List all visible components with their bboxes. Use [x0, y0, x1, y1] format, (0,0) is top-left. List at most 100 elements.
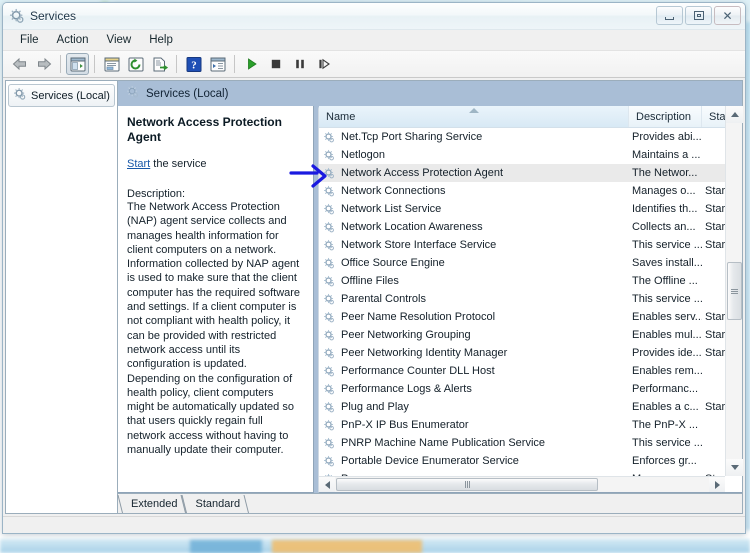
table-row[interactable]: Plug and Play Enables a c... Star	[319, 398, 742, 416]
toolbar-separator	[234, 55, 235, 73]
grip-icon	[731, 288, 738, 295]
service-description-cell: The Networ...	[632, 167, 698, 179]
export-list-button[interactable]	[148, 53, 171, 75]
minimize-button[interactable]	[656, 6, 683, 25]
table-row[interactable]: PNRP Machine Name Publication Service Thi…	[319, 434, 742, 452]
service-description-cell: Enables mul...	[632, 329, 702, 341]
scroll-right-button[interactable]	[709, 477, 725, 492]
table-row[interactable]: Office Source Engine Saves install...	[319, 254, 742, 272]
vertical-scrollbar-thumb[interactable]	[727, 262, 742, 320]
vertical-scrollbar[interactable]	[725, 106, 743, 476]
show-action-pane-button[interactable]	[206, 53, 229, 75]
table-row[interactable]: Network Store Interface Service This serv…	[319, 236, 742, 254]
service-details-panel: Network Access Protection Agent Start th…	[118, 106, 314, 493]
services-gear-icon	[323, 257, 336, 270]
tree-node-services-local[interactable]: Services (Local)	[8, 84, 115, 107]
horizontal-scrollbar[interactable]	[319, 476, 725, 492]
console-tree-pane: Services (Local)	[5, 80, 118, 514]
forward-button[interactable]	[32, 53, 55, 75]
menu-view[interactable]: View	[98, 32, 141, 48]
service-description-cell: The PnP-X ...	[632, 419, 699, 431]
service-name-label: Network List Service	[341, 203, 442, 215]
column-header-name[interactable]: Name	[319, 106, 629, 127]
service-description-cell: Identifies th...	[632, 203, 698, 215]
table-row[interactable]: Network Connections Manages o... Star	[319, 182, 742, 200]
show-hide-console-tree-button[interactable]	[66, 53, 89, 75]
table-row[interactable]: Portable Device Enumerator Service Enforc…	[319, 452, 742, 470]
service-description-cell: Enables serv...	[632, 311, 702, 323]
services-gear-icon	[126, 85, 140, 102]
menu-help[interactable]: Help	[140, 32, 182, 48]
stop-service-button[interactable]	[264, 53, 287, 75]
toolbar-separator	[94, 55, 95, 73]
start-service-link[interactable]: Start	[127, 158, 150, 170]
table-row[interactable]: Peer Name Resolution Protocol Enables ser…	[319, 308, 742, 326]
background-taskbar-item-1	[190, 540, 262, 553]
service-name-cell: Performance Counter DLL Host	[319, 365, 629, 378]
refresh-button[interactable]	[124, 53, 147, 75]
service-name-label: Peer Networking Grouping	[341, 329, 471, 341]
service-name-label: Performance Counter DLL Host	[341, 365, 495, 377]
table-row[interactable]: Network Location Awareness Collects an...…	[319, 218, 742, 236]
table-row[interactable]: Network List Service Identifies th... Star	[319, 200, 742, 218]
restore-icon	[693, 11, 704, 20]
horizontal-scrollbar-thumb[interactable]	[336, 478, 598, 491]
service-name-cell: Peer Networking Identity Manager	[319, 347, 629, 360]
action-pane-icon	[210, 57, 225, 71]
services-gear-icon	[323, 221, 336, 234]
start-service-button[interactable]	[240, 53, 263, 75]
back-button[interactable]	[8, 53, 31, 75]
maximize-restore-button[interactable]	[685, 6, 712, 25]
menu-file[interactable]: File	[11, 32, 48, 48]
tab-extended[interactable]: Extended	[122, 495, 186, 513]
service-name-cell: Network Location Awareness	[319, 221, 629, 234]
service-name-label: Peer Networking Identity Manager	[341, 347, 508, 359]
service-name-cell: Network Store Interface Service	[319, 239, 629, 252]
table-row[interactable]: PnP-X IP Bus Enumerator The PnP-X ...	[319, 416, 742, 434]
services-gear-icon	[323, 275, 336, 288]
close-button[interactable]: ✕	[714, 6, 741, 25]
tab-standard-label: Standard	[195, 498, 241, 510]
view-tabs: Extended Standard	[118, 493, 742, 513]
list-header-row: Name Description Stat	[319, 106, 742, 128]
table-row[interactable]: Offline Files The Offline ...	[319, 272, 742, 290]
table-row[interactable]: Peer Networking Grouping Enables mul... St…	[319, 326, 742, 344]
properties-button[interactable]	[100, 53, 123, 75]
chevron-left-icon	[324, 480, 330, 489]
table-row[interactable]: Net.Tcp Port Sharing Service Provides abi…	[319, 128, 742, 146]
service-name-label: Netlogon	[341, 149, 386, 161]
results-pane-title: Services (Local)	[146, 87, 229, 100]
pause-service-button[interactable]	[288, 53, 311, 75]
service-name-label: Parental Controls	[341, 293, 426, 305]
chevron-down-icon	[730, 465, 739, 470]
services-gear-icon	[323, 455, 336, 468]
service-description-cell: Manages o...	[632, 185, 696, 197]
table-row[interactable]: Netlogon Maintains a ...	[319, 146, 742, 164]
help-button[interactable]: ?	[182, 53, 205, 75]
services-gear-icon	[323, 203, 336, 216]
table-row[interactable]: Performance Counter DLL Host Enables rem.…	[319, 362, 742, 380]
results-pane-content: Network Access Protection Agent Start th…	[118, 106, 743, 493]
scroll-down-button[interactable]	[726, 459, 743, 476]
tab-standard[interactable]: Standard	[186, 495, 249, 513]
table-row[interactable]: Network Access Protection Agent The Netwo…	[319, 164, 742, 182]
service-name-label: Plug and Play	[341, 401, 409, 413]
column-header-description[interactable]: Description	[629, 106, 702, 127]
scroll-up-button[interactable]	[726, 106, 743, 123]
play-triangle-icon	[247, 58, 257, 70]
service-description-cell: Enables rem...	[632, 365, 702, 377]
menu-action[interactable]: Action	[48, 32, 98, 48]
table-row[interactable]: Performance Logs & Alerts Performanc...	[319, 380, 742, 398]
restart-service-button[interactable]	[312, 53, 335, 75]
results-pane: Services (Local) Network Access Protecti…	[118, 80, 743, 514]
service-name-cell: Network List Service	[319, 203, 629, 216]
service-name-cell: Peer Networking Grouping	[319, 329, 629, 342]
chevron-up-icon	[730, 112, 739, 117]
properties-icon	[104, 57, 119, 71]
service-name-cell: Offline Files	[319, 275, 629, 288]
scroll-left-button[interactable]	[319, 477, 335, 492]
status-bar	[3, 516, 745, 533]
services-gear-icon	[13, 87, 27, 104]
table-row[interactable]: Peer Networking Identity Manager Provides…	[319, 344, 742, 362]
table-row[interactable]: Parental Controls This service ...	[319, 290, 742, 308]
